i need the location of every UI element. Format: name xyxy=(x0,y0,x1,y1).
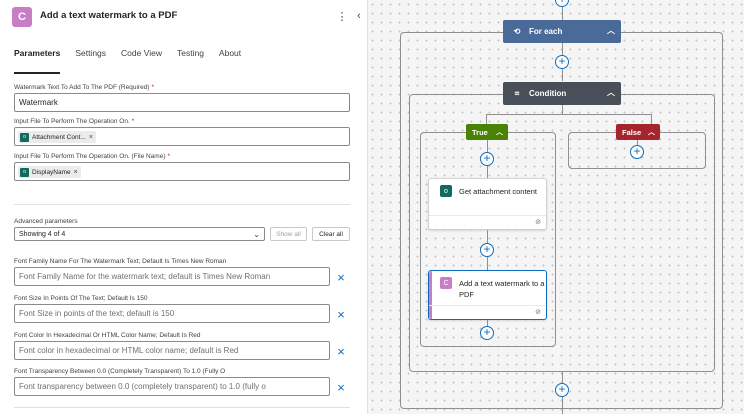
collapse-panel-icon[interactable]: ‹ xyxy=(352,8,366,24)
font-color-input[interactable] xyxy=(14,341,330,360)
workflow-designer-canvas[interactable]: + ⟲ For each ︿ + ⌗ Condition ︿ True ︿ + … xyxy=(368,0,744,414)
input-file-field[interactable]: o Attachment Cont... × xyxy=(14,127,350,146)
attachment-content-token[interactable]: o Attachment Cont... × xyxy=(18,131,96,143)
add-step-button[interactable]: + xyxy=(555,383,569,397)
tab-about[interactable]: About xyxy=(219,48,241,66)
action-details-panel: C Add a text watermark to a PDF ⋮ ‹ Para… xyxy=(0,0,368,414)
token-label: Attachment Cont... xyxy=(32,133,86,141)
chevron-down-icon: ⌄ xyxy=(253,229,260,239)
panel-tabs: Parameters Settings Code View Testing Ab… xyxy=(14,48,256,74)
tab-code-view[interactable]: Code View xyxy=(121,48,162,66)
input-file-name-label: Input File To Perform The Operation On. … xyxy=(14,153,171,160)
connector-line xyxy=(651,114,652,124)
outlook-icon: o xyxy=(20,167,29,177)
tab-parameters[interactable]: Parameters xyxy=(14,48,61,74)
panel-title: Add a text watermark to a PDF xyxy=(40,10,178,21)
loop-icon: ⟲ xyxy=(513,27,521,36)
token-label: DisplayName xyxy=(32,168,71,176)
font-family-label: Font Family Name For The Watermark Text;… xyxy=(14,258,227,265)
show-all-button[interactable]: Show all xyxy=(270,227,307,241)
advanced-parameters-label: Advanced parameters xyxy=(14,218,78,225)
advanced-parameters-dropdown[interactable]: Showing 4 of 4 ⌄ xyxy=(14,227,265,241)
card-footer: ⊘ xyxy=(429,215,546,229)
remove-parameter-icon[interactable]: × xyxy=(334,270,348,285)
add-step-button[interactable]: + xyxy=(630,145,644,159)
true-branch-label: True xyxy=(472,127,488,137)
add-step-button[interactable]: + xyxy=(480,152,494,166)
clear-all-button[interactable]: Clear all xyxy=(312,227,350,241)
font-color-label: Font Color In Hexadecimal Or HTML Color … xyxy=(14,332,201,339)
tab-testing[interactable]: Testing xyxy=(177,48,204,66)
watermark-text-input[interactable] xyxy=(14,93,350,112)
outlook-icon: o xyxy=(20,132,29,142)
false-branch-header[interactable]: False ︿ xyxy=(616,124,660,140)
connector-line xyxy=(486,114,651,115)
font-family-input[interactable] xyxy=(14,267,330,286)
font-size-input[interactable] xyxy=(14,304,330,323)
section-divider xyxy=(14,204,350,205)
tab-settings[interactable]: Settings xyxy=(75,48,106,66)
section-divider xyxy=(14,407,350,408)
add-step-button[interactable]: + xyxy=(555,55,569,69)
chevron-up-icon[interactable]: ︿ xyxy=(607,87,615,98)
condition-label: Condition xyxy=(529,89,567,98)
add-text-watermark-card[interactable]: C Add a text watermark to a PDF ⊘ xyxy=(428,270,547,320)
chevron-up-icon[interactable]: ︿ xyxy=(607,25,615,36)
connector-line xyxy=(486,114,487,124)
card-title: Get attachment content xyxy=(459,187,537,196)
chevron-up-icon[interactable]: ︿ xyxy=(496,127,503,137)
remove-parameter-icon[interactable]: × xyxy=(334,344,348,359)
chevron-up-icon[interactable]: ︿ xyxy=(648,127,655,137)
outlook-icon: o xyxy=(440,185,452,197)
condition-icon: ⌗ xyxy=(514,88,520,98)
link-icon: ⊘ xyxy=(535,219,541,226)
display-name-token[interactable]: o DisplayName × xyxy=(18,166,81,178)
card-footer: ⊘ xyxy=(429,305,546,319)
panel-header: C Add a text watermark to a PDF ⋮ ‹ xyxy=(0,0,367,34)
watermark-text-label: Watermark Text To Add To The PDF (Requir… xyxy=(14,84,155,91)
condition-header[interactable]: ⌗ Condition ︿ xyxy=(503,82,621,105)
get-attachment-content-card[interactable]: o Get attachment content ⊘ xyxy=(428,178,547,230)
connector-app-icon: C xyxy=(12,7,32,27)
more-options-icon[interactable]: ⋮ xyxy=(335,8,349,24)
font-transparency-label: Font Transparency Between 0.0 (Completel… xyxy=(14,368,226,375)
remove-token-icon[interactable]: × xyxy=(89,134,93,141)
font-transparency-input[interactable] xyxy=(14,377,330,396)
add-step-button[interactable]: + xyxy=(480,243,494,257)
foreach-label: For each xyxy=(529,27,563,36)
font-size-label: Font Size In Points Of The Text; Default… xyxy=(14,295,148,302)
connector-line xyxy=(562,105,563,114)
input-file-name-field[interactable]: o DisplayName × xyxy=(14,162,350,181)
remove-token-icon[interactable]: × xyxy=(74,169,78,176)
link-icon: ⊘ xyxy=(535,309,541,316)
foreach-header[interactable]: ⟲ For each ︿ xyxy=(503,20,621,43)
remove-parameter-icon[interactable]: × xyxy=(334,307,348,322)
dropdown-value: Showing 4 of 4 xyxy=(19,230,66,238)
connector-app-icon: C xyxy=(440,277,452,289)
add-step-button[interactable]: + xyxy=(480,326,494,340)
add-step-button[interactable]: + xyxy=(555,0,569,7)
remove-parameter-icon[interactable]: × xyxy=(334,380,348,395)
false-branch-label: False xyxy=(622,127,642,137)
true-branch-header[interactable]: True ︿ xyxy=(466,124,508,140)
input-file-label: Input File To Perform The Operation On. * xyxy=(14,118,135,125)
card-title: Add a text watermark to a PDF xyxy=(459,279,545,299)
